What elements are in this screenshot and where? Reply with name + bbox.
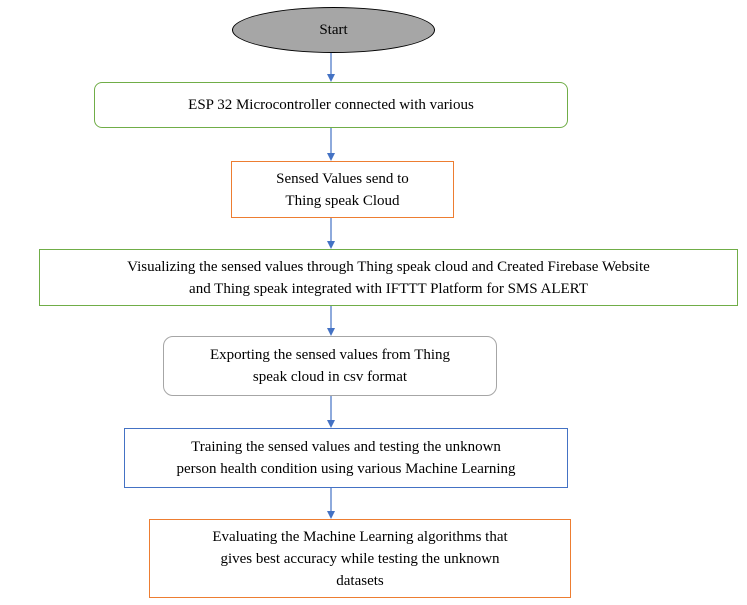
step-evaluate-algorithms: Evaluating the Machine Learning algorith… [149,519,571,598]
step-train-and-test: Training the sensed values and testing t… [124,428,568,488]
step-export-csv: Exporting the sensed values from Thing s… [163,336,497,396]
step-text-line: Evaluating the Machine Learning algorith… [212,528,508,545]
step-text-line: datasets [336,572,384,589]
step-text-line: gives best accuracy while testing the un… [220,550,500,567]
step-visualize-values: Visualizing the sensed values through Th… [39,249,738,306]
step-text-line: speak cloud in csv format [252,369,408,385]
step-text-line: Visualizing the sensed values through Th… [127,258,650,275]
step-esp32-microcontroller: ESP 32 Microcontroller connected with va… [94,82,568,128]
step-text-line: Sensed Values send to [276,170,409,187]
step-text-line: Thing speak Cloud [285,192,400,209]
step-send-to-thingspeak: Sensed Values send to Thing speak Cloud [231,161,454,218]
start-terminal: Start [232,7,435,53]
step-text-line: Training the sensed values and testing t… [191,439,501,455]
step-text-line: ESP 32 Microcontroller connected with va… [188,97,474,113]
start-label: Start [319,22,348,38]
step-text-line: and Thing speak integrated with IFTTT Pl… [189,280,588,297]
step-text-line: Exporting the sensed values from Thing [209,347,451,363]
step-text-line: person health condition using various Ma… [176,461,516,477]
